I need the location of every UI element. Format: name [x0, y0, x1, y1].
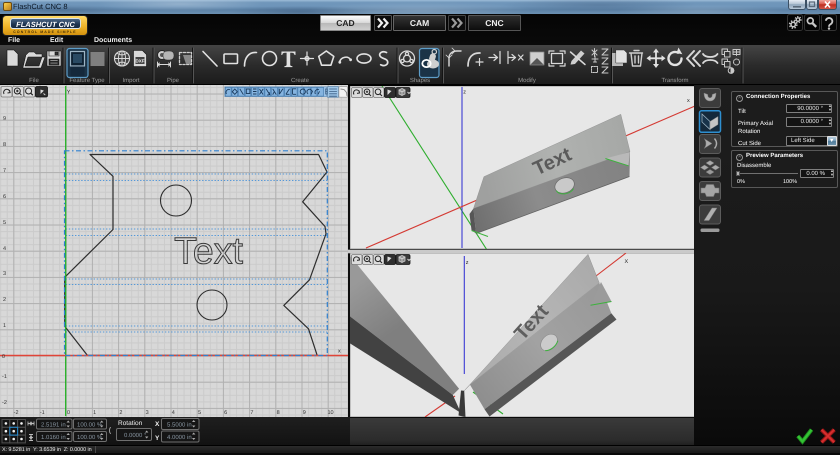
svg-text:2: 2 — [3, 297, 6, 303]
svg-text:1: 1 — [93, 410, 96, 416]
svg-text:Pipe: Pipe — [167, 77, 180, 84]
svg-text:2: 2 — [119, 410, 122, 416]
svg-text:0: 0 — [67, 410, 70, 416]
svg-text:1.0160 in: 1.0160 in — [41, 434, 66, 441]
svg-text:7: 7 — [250, 410, 253, 416]
svg-text:Import: Import — [122, 77, 139, 84]
svg-text:5.5000 in: 5.5000 in — [167, 422, 192, 429]
svg-text:-2: -2 — [14, 410, 19, 416]
svg-text:5: 5 — [198, 410, 201, 416]
svg-text:z: z — [463, 90, 466, 96]
svg-text:1: 1 — [3, 323, 6, 329]
svg-text:Rotation: Rotation — [118, 420, 143, 427]
svg-text:0: 0 — [2, 354, 5, 360]
svg-text:Y: Y — [155, 435, 160, 442]
svg-text:5: 5 — [3, 220, 6, 226]
svg-text:Create: Create — [291, 77, 310, 84]
svg-text:Modify: Modify — [518, 77, 536, 84]
svg-text:9: 9 — [303, 410, 306, 416]
svg-text:9: 9 — [3, 116, 6, 122]
svg-text:0.0000 °: 0.0000 ° — [124, 432, 147, 439]
svg-text:100.00 %: 100.00 % — [77, 422, 103, 429]
svg-text:File: File — [29, 77, 39, 84]
svg-text:10: 10 — [327, 410, 333, 416]
svg-text:4.0000 in: 4.0000 in — [167, 434, 192, 441]
svg-text:-2: -2 — [2, 400, 7, 406]
svg-text:-1: -1 — [2, 374, 7, 380]
svg-text:X: X — [625, 259, 629, 265]
svg-text:7: 7 — [3, 168, 6, 174]
svg-text:X: X — [155, 421, 160, 428]
svg-text:4: 4 — [172, 410, 175, 416]
svg-text:6: 6 — [224, 410, 227, 416]
svg-text:-1: -1 — [40, 410, 45, 416]
svg-text:4: 4 — [3, 246, 6, 252]
svg-text:Text: Text — [174, 230, 243, 272]
svg-text:z: z — [466, 260, 469, 266]
svg-text:DXF: DXF — [136, 59, 145, 64]
svg-text:6: 6 — [3, 194, 6, 200]
svg-text:Y: Y — [67, 90, 71, 96]
svg-text:3: 3 — [146, 410, 149, 416]
svg-text:x: x — [338, 349, 341, 355]
svg-text:8: 8 — [3, 142, 6, 148]
svg-text:2.5191 in: 2.5191 in — [41, 422, 66, 429]
svg-text:8: 8 — [277, 410, 280, 416]
svg-text:x: x — [687, 98, 690, 104]
svg-text:Transform: Transform — [661, 77, 688, 84]
svg-text:3: 3 — [3, 271, 6, 277]
svg-text:100.00 %: 100.00 % — [77, 434, 103, 441]
